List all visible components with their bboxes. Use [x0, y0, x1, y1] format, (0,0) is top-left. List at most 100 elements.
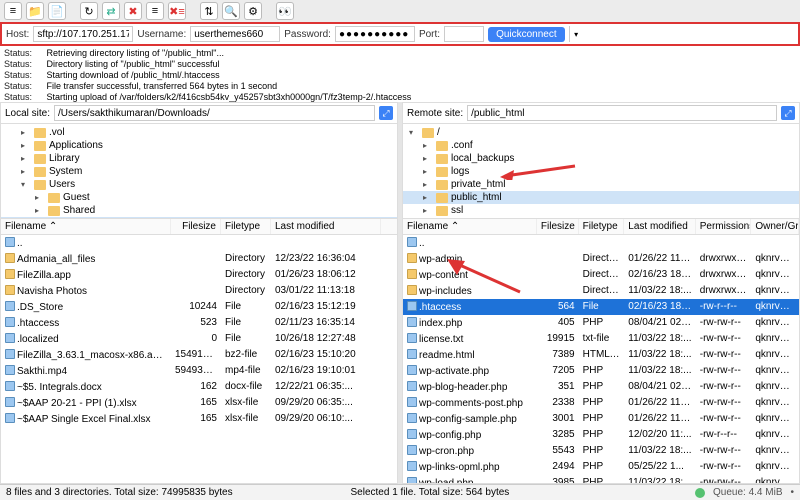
username-input[interactable]	[190, 26, 280, 42]
file-row[interactable]: Admania_all_filesDirectory12/23/22 16:36…	[1, 251, 397, 267]
refresh-icon[interactable]: ↻	[80, 2, 98, 20]
file-row[interactable]: license.txt19915txt-file11/03/22 18:...-…	[403, 331, 799, 347]
twisty-icon[interactable]: ▾	[409, 128, 419, 137]
twisty-icon[interactable]: ▸	[423, 206, 433, 215]
twisty-icon[interactable]: ▸	[21, 128, 31, 137]
quickconnect-button[interactable]: Quickconnect	[488, 27, 565, 42]
file-row[interactable]: wp-cron.php5543PHP11/03/22 18:...-rw-rw-…	[403, 443, 799, 459]
tree-item[interactable]: ▸.vol	[1, 126, 397, 139]
twisty-icon[interactable]: ▸	[423, 141, 433, 150]
file-row[interactable]: .localized0File10/26/18 12:27:48	[1, 331, 397, 347]
remote-path-input[interactable]	[467, 105, 777, 121]
find-icon[interactable]: 👀	[276, 2, 294, 20]
tree-item[interactable]: ▸ssl	[403, 204, 799, 217]
password-input[interactable]	[335, 26, 415, 42]
col-filetype[interactable]: Filetype	[579, 219, 625, 234]
twisty-icon[interactable]: ▸	[423, 167, 433, 176]
remote-tree[interactable]: ▾/▸.conf▸local_backups▸logs▸private_html…	[403, 124, 799, 219]
local-tree[interactable]: ▸.vol▸Applications▸Library▸System▾Users▸…	[1, 124, 397, 219]
local-path-input[interactable]	[54, 105, 375, 121]
tree-item[interactable]: ▸local_backups	[403, 152, 799, 165]
filter-icon[interactable]: ≡	[146, 2, 164, 20]
file-row[interactable]: wp-includesDirectory11/03/22 18:...drwxr…	[403, 283, 799, 299]
col-filesize[interactable]: Filesize	[537, 219, 579, 234]
col-filename[interactable]: Filename ⌃	[403, 219, 537, 234]
file-row[interactable]: .htaccess523File02/11/23 16:35:14	[1, 315, 397, 331]
col-lastmodified[interactable]: Last modified	[271, 219, 381, 234]
file-row[interactable]: wp-load.php3985PHP11/03/22 18:...-rw-rw-…	[403, 475, 799, 483]
tree-item[interactable]: ▸Guest	[1, 191, 397, 204]
tree-item[interactable]: ▾/	[403, 126, 799, 139]
remote-file-header[interactable]: Filename ⌃ Filesize Filetype Last modifi…	[403, 219, 799, 235]
file-row[interactable]: FileZilla.appDirectory01/26/23 18:06:12	[1, 267, 397, 283]
file-row[interactable]: wp-config-sample.php3001PHP01/26/22 11:3…	[403, 411, 799, 427]
expand-icon[interactable]: ⤢	[781, 106, 795, 120]
col-permissions[interactable]: Permissions	[696, 219, 752, 234]
expand-icon[interactable]: ⤢	[379, 106, 393, 120]
twisty-icon[interactable]: ▸	[35, 193, 45, 202]
col-lastmodified[interactable]: Last modified	[624, 219, 695, 234]
file-row[interactable]: wp-links-opml.php2494PHP05/25/22 1...-rw…	[403, 459, 799, 475]
port-input[interactable]	[444, 26, 484, 42]
file-row[interactable]: .DS_Store10244File02/16/23 15:12:19	[1, 299, 397, 315]
tree-item[interactable]: ▸Library	[1, 152, 397, 165]
twisty-icon[interactable]: ▸	[423, 193, 433, 202]
folder-icon	[436, 206, 448, 216]
queue-menu-icon[interactable]: •	[790, 487, 794, 498]
twisty-icon[interactable]: ▸	[21, 154, 31, 163]
tree-item[interactable]: ▸Shared	[1, 204, 397, 217]
file-row[interactable]: ..	[1, 235, 397, 251]
file-row[interactable]: wp-config.php3285PHP12/02/20 11:...-rw-r…	[403, 427, 799, 443]
file-row[interactable]: ~$AAP 20-21 - PPI (1).xlsx165xlsx-file09…	[1, 395, 397, 411]
file-row[interactable]: Navisha PhotosDirectory03/01/22 11:13:18	[1, 283, 397, 299]
settings-icon[interactable]: ⚙	[244, 2, 262, 20]
file-row[interactable]: ..	[403, 235, 799, 251]
tree-item[interactable]: ▸.conf	[403, 139, 799, 152]
toolbar-icon[interactable]: 📄	[48, 2, 66, 20]
file-row[interactable]: FileZilla_3.63.1_macosx-x86.app.tar.bz21…	[1, 347, 397, 363]
tree-item[interactable]: ▸public_html	[403, 191, 799, 204]
file-row[interactable]: wp-blog-header.php351PHP08/04/21 02:...-…	[403, 379, 799, 395]
twisty-icon[interactable]: ▸	[35, 206, 45, 215]
col-filetype[interactable]: Filetype	[221, 219, 271, 234]
twisty-icon[interactable]: ▸	[423, 154, 433, 163]
file-row[interactable]: .htaccess564File02/16/23 18:...-rw-r--r-…	[403, 299, 799, 315]
search-icon[interactable]: 🔍	[222, 2, 240, 20]
twisty-icon[interactable]: ▸	[21, 141, 31, 150]
file-row[interactable]: Sakthi.mp459493311mp4-file02/16/23 19:10…	[1, 363, 397, 379]
tree-item[interactable]: ▸private_html	[403, 178, 799, 191]
file-row[interactable]: ~$5. Integrals.docx162docx-file12/22/21 …	[1, 379, 397, 395]
cancel-icon[interactable]: ✖	[124, 2, 142, 20]
col-filesize[interactable]: Filesize	[171, 219, 221, 234]
tree-item[interactable]: ▸tmp	[403, 217, 799, 219]
quickconnect-dropdown[interactable]: ▾	[569, 26, 583, 42]
col-owner[interactable]: Owner/Group	[751, 219, 799, 234]
twisty-icon[interactable]: ▾	[21, 180, 31, 189]
twisty-icon[interactable]: ▸	[423, 180, 433, 189]
toolbar-icon[interactable]: ≡	[4, 2, 22, 20]
file-row[interactable]: ~$AAP Single Excel Final.xlsx165xlsx-fil…	[1, 411, 397, 427]
host-input[interactable]	[33, 26, 133, 42]
file-row[interactable]: readme.html7389HTML document11/03/22 18:…	[403, 347, 799, 363]
transfer-icon[interactable]: ⇅	[200, 2, 218, 20]
file-row[interactable]: wp-comments-post.php2338PHP01/26/22 11:3…	[403, 395, 799, 411]
clear-filter-icon[interactable]: ✖≡	[168, 2, 186, 20]
tree-item[interactable]: ▸System	[1, 165, 397, 178]
status-line: Status: Retrieving directory listing of …	[4, 48, 796, 59]
folder-icon	[436, 141, 448, 151]
tree-item[interactable]: ▸logs	[403, 165, 799, 178]
twisty-icon[interactable]: ▸	[21, 167, 31, 176]
file-icon	[5, 397, 15, 407]
col-filename[interactable]: Filename ⌃	[1, 219, 171, 234]
local-file-list[interactable]: ..Admania_all_filesDirectory12/23/22 16:…	[1, 235, 397, 483]
file-row[interactable]: wp-adminDirectory01/26/22 11:3...drwxrwx…	[403, 251, 799, 267]
file-row[interactable]: wp-contentDirectory02/16/23 18:...drwxrw…	[403, 267, 799, 283]
local-file-header[interactable]: Filename ⌃ Filesize Filetype Last modifi…	[1, 219, 397, 235]
tree-item[interactable]: ▸Applications	[1, 139, 397, 152]
tree-item[interactable]: ▾Users	[1, 178, 397, 191]
sync-icon[interactable]: ⇄	[102, 2, 120, 20]
file-row[interactable]: index.php405PHP08/04/21 02:...-rw-rw-r--…	[403, 315, 799, 331]
remote-file-list[interactable]: ..wp-adminDirectory01/26/22 11:3...drwxr…	[403, 235, 799, 483]
toolbar-icon[interactable]: 📁	[26, 2, 44, 20]
file-row[interactable]: wp-activate.php7205PHP11/03/22 18:...-rw…	[403, 363, 799, 379]
